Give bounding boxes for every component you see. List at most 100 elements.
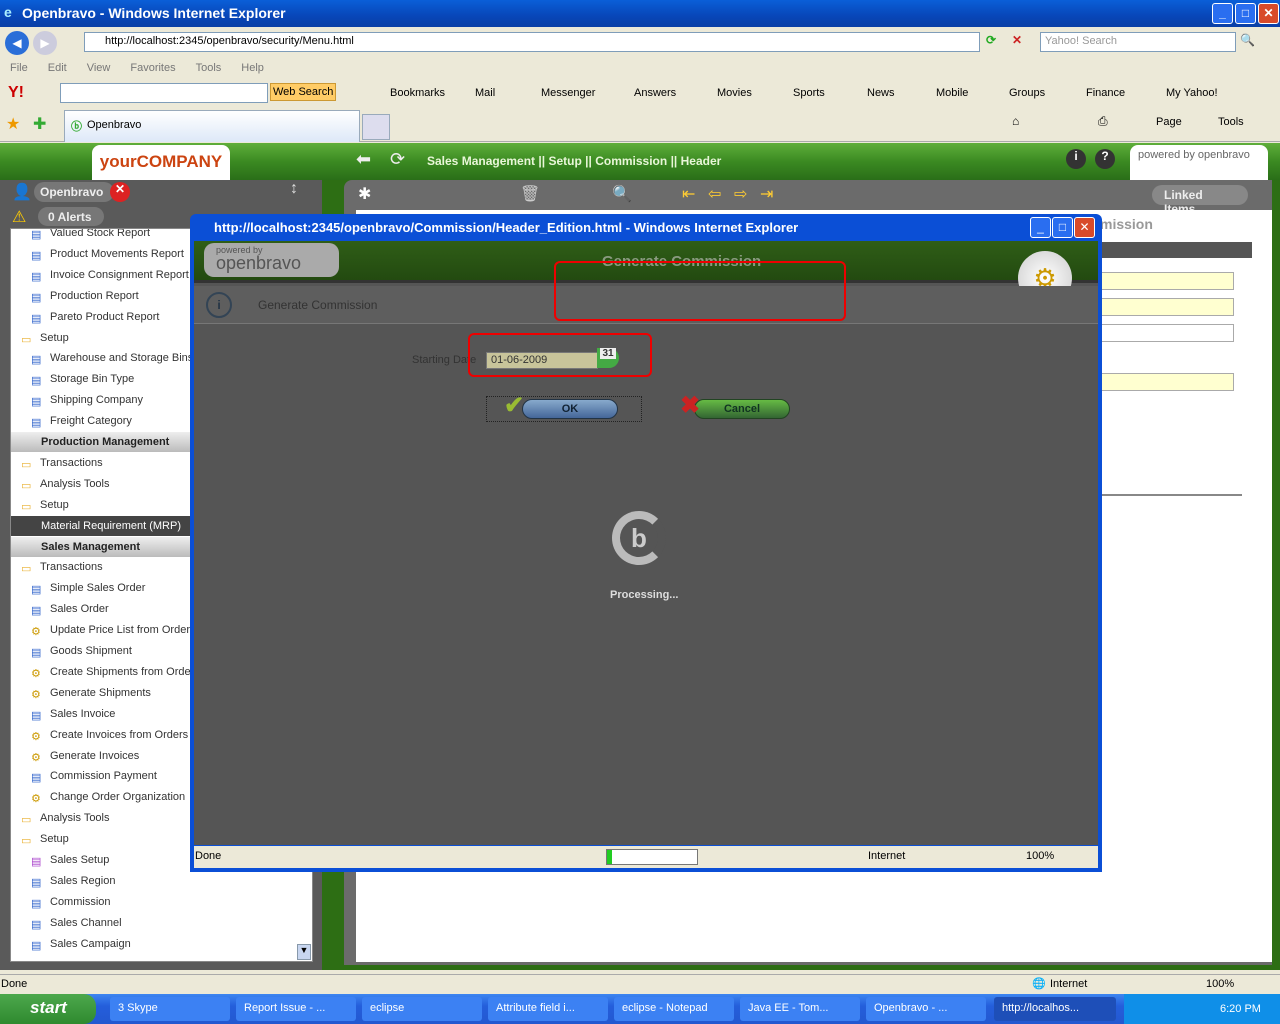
field-dropdown-2[interactable] [1096,373,1234,391]
menu-edit[interactable]: Edit [48,62,67,74]
menu-item-storage-bin-type[interactable]: ▤ Storage Bin Type [31,369,134,389]
home-icon[interactable]: ⌂ [1012,114,1019,128]
zoom-level[interactable]: 100% [1206,978,1234,990]
minimize-button[interactable]: _ [1212,3,1233,24]
task-eclipse[interactable]: eclipse [362,997,482,1021]
menu-view[interactable]: View [87,62,111,74]
popup-minimize-button[interactable]: _ [1030,217,1051,238]
alerts-link[interactable]: 0 Alerts [38,207,104,226]
menu-tools[interactable]: Tools [196,62,222,74]
menu-item-freight-category[interactable]: ▤ Freight Category [31,411,132,431]
search-icon[interactable]: 🔍 [1240,33,1255,47]
menu-item-product-movements-report[interactable]: ▤ Product Movements Report [31,244,184,264]
ok-button[interactable]: OK [522,399,618,419]
field-input-2[interactable] [1096,324,1234,342]
close-button[interactable]: ✕ [1258,3,1279,24]
menu-item-valued-stock-report[interactable]: ▤ Valued Stock Report [31,229,150,243]
page-menu[interactable]: Page [1156,116,1182,128]
stop-icon[interactable]: ✕ [1012,33,1030,51]
yahoo-groups[interactable]: Groups [1009,87,1045,99]
collapse-menu-icon[interactable]: ↕ [290,180,298,198]
print-icon[interactable]: ⎙ [1098,114,1108,129]
tree-scroll-down[interactable]: ▼ [297,944,311,960]
task-openbravo[interactable]: Openbravo - ... [866,997,986,1021]
menu-item-pareto-product-report[interactable]: ▤ Pareto Product Report [31,307,159,327]
menu-item-warehouse-and-storage-bins[interactable]: ▤ Warehouse and Storage Bins [31,348,193,368]
forward-button[interactable]: ▶ [33,31,57,55]
yahoo-mail[interactable]: Mail [475,87,495,99]
yahoo-finance[interactable]: Finance [1086,87,1125,99]
yahoo-bookmarks[interactable]: Bookmarks [390,87,445,99]
new-record-icon[interactable]: ✱ [358,184,371,204]
menu-item-change-order-organization[interactable]: ⚙ Change Order Organization [31,787,185,807]
yahoo-sports[interactable]: Sports [793,87,825,99]
menu-item-sales-campaign[interactable]: ▤ Sales Campaign [31,934,131,954]
menu-item-simple-sales-order[interactable]: ▤ Simple Sales Order [31,578,145,598]
yahoo-mobile[interactable]: Mobile [936,87,968,99]
help-icon[interactable]: ? [1095,149,1115,169]
tab-commission[interactable]: mission [1096,212,1216,236]
menu-section-production-management[interactable]: Production Management [11,432,201,452]
first-record-icon[interactable]: ⇤ [682,184,695,204]
address-input[interactable]: http://localhost:2345/openbravo/security… [84,32,980,52]
menu-item-sales-order[interactable]: ▤ Sales Order [31,599,109,619]
crumb-commission[interactable]: Commission [595,154,667,168]
refresh-app-icon[interactable]: ⟳ [390,149,405,170]
menu-item-generate-invoices[interactable]: ⚙ Generate Invoices [31,746,139,766]
popup-maximize-button[interactable]: □ [1052,217,1073,238]
next-record-icon[interactable]: ⇨ [734,184,747,204]
menu-folder-analysis-tools[interactable]: ▭ Analysis Tools [21,474,110,494]
last-record-icon[interactable]: ⇥ [760,184,773,204]
search-records-icon[interactable]: 🔍 [612,184,632,204]
yahoo-answers[interactable]: Answers [634,87,676,99]
menu-file[interactable]: File [10,62,28,74]
crumb-setup[interactable]: Setup [548,154,581,168]
field-input-1[interactable] [1096,298,1234,316]
menu-section-sales-management[interactable]: Sales Management [11,536,201,557]
menu-item-sales-region[interactable]: ▤ Sales Region [31,871,115,891]
task-localhost-popup[interactable]: http://localhos... [994,997,1116,1021]
task-skype[interactable]: 3 Skype [110,997,230,1021]
refresh-icon[interactable]: ⟳ [986,33,1004,51]
info-icon[interactable]: i [1066,149,1086,169]
menu-folder-setup[interactable]: ▭ Setup [21,829,69,849]
tab-openbravo[interactable]: ⓑ Openbravo [64,110,360,142]
menu-item-sales-setup[interactable]: ▤ Sales Setup [31,850,109,870]
menu-item-update-price-list-from-orders[interactable]: ⚙ Update Price List from Orders [31,620,196,640]
favorites-star-icon[interactable]: ★ [6,114,20,134]
menu-item-invoice-consignment-report[interactable]: ▤ Invoice Consignment Report [31,265,189,285]
field-dropdown-1[interactable] [1096,272,1234,290]
search-input[interactable]: Yahoo! Search [1040,32,1236,52]
yahoo-messenger[interactable]: Messenger [541,87,595,99]
menu-item-shipping-company[interactable]: ▤ Shipping Company [31,390,143,410]
tools-menu[interactable]: Tools [1218,116,1244,128]
popup-zoom[interactable]: 100% [1026,850,1054,862]
maximize-button[interactable]: □ [1235,3,1256,24]
add-favorite-icon[interactable]: ✚ [33,114,46,134]
new-tab-button[interactable] [362,114,390,140]
yahoo-my-yahoo[interactable]: My Yahoo! [1166,87,1218,99]
menu-item-production-report[interactable]: ▤ Production Report [31,286,139,306]
linked-items-button[interactable]: Linked Items [1152,185,1248,216]
menu-favorites[interactable]: Favorites [130,62,175,74]
start-button[interactable]: start [0,994,96,1024]
yahoo-news[interactable]: News [867,87,895,99]
menu-item-commission[interactable]: ▤ Commission [31,892,111,912]
menu-folder-transactions[interactable]: ▭ Transactions [21,557,103,577]
back-button[interactable]: ◀ [5,31,29,55]
menu-section-material-requirement-mrp[interactable]: Material Requirement (MRP) [11,515,201,536]
yahoo-search-input[interactable] [60,83,268,103]
menu-item-generate-shipments[interactable]: ⚙ Generate Shipments [31,683,151,703]
task-java-ee[interactable]: Java EE - Tom... [740,997,860,1021]
menu-item-sales-invoice[interactable]: ▤ Sales Invoice [31,704,115,724]
yahoo-movies[interactable]: Movies [717,87,752,99]
cancel-button[interactable]: Cancel [694,399,790,419]
task-eclipse-notepad[interactable]: eclipse - Notepad [614,997,734,1021]
web-search-button[interactable]: Web Search [270,83,337,101]
delete-icon[interactable]: 🗑 [520,184,540,204]
menu-help[interactable]: Help [241,62,264,74]
previous-record-icon[interactable]: ⇦ [708,184,721,204]
back-arrow-icon[interactable]: ⬅ [356,149,371,170]
menu-folder-analysis-tools[interactable]: ▭ Analysis Tools [21,808,110,828]
task-attribute-field[interactable]: Attribute field i... [488,997,608,1021]
